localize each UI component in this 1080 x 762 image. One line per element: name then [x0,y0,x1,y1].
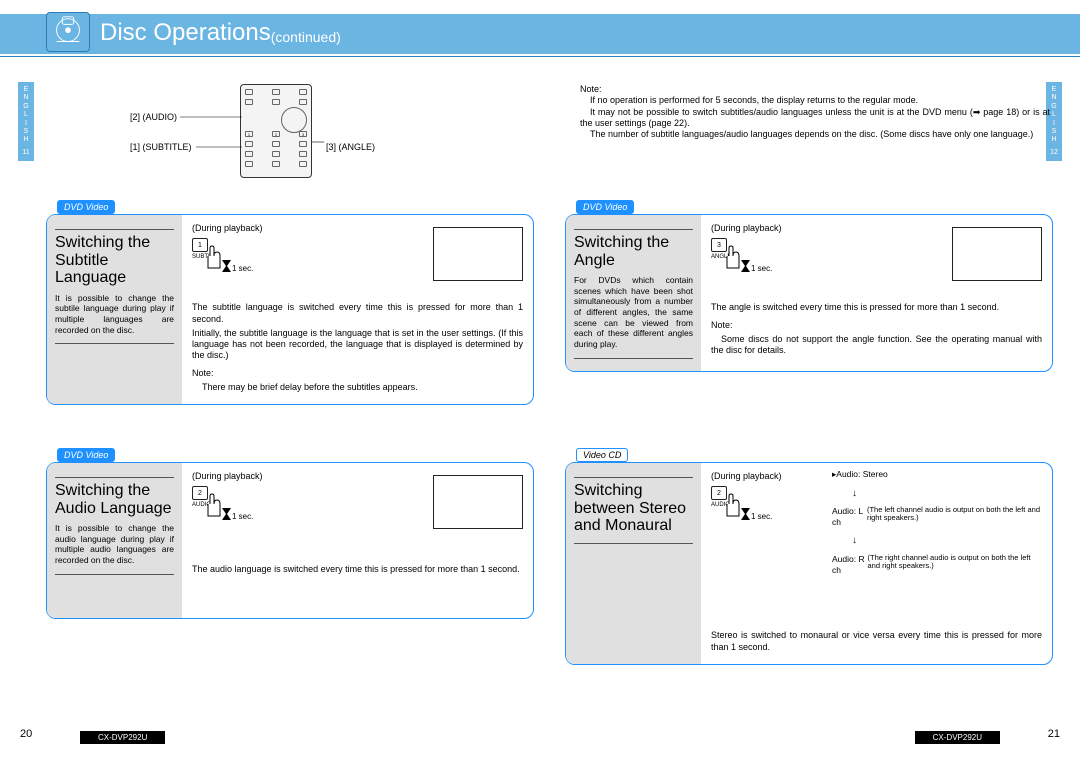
card-tab: DVD Video [57,200,115,214]
card-title: Switching the Subtitle Language [55,234,174,287]
arrow-down-icon: ↓ [852,488,1042,501]
remote-diagram: [2] (AUDIO) [1] (SUBTITLE) [3] (ANGLE) 1… [130,92,390,182]
note-label: Note: [711,320,1042,331]
hourglass-icon [222,260,231,272]
duration-label: 1 sec. [751,264,772,274]
card-title: Switching the Angle [574,234,693,269]
card-stereo: Video CD Switching between Stereo and Mo… [565,462,1053,665]
hourglass-icon [222,508,231,520]
divider [0,56,1080,57]
audio-rch-note: (The right channel audio is output on bo… [868,554,1042,571]
button-diagram: 3 ANGLE 1 sec. [711,238,761,282]
lang-letters: E N G L I S H [18,86,34,145]
audio-lch-note: (The left channel audio is output on bot… [867,506,1042,523]
hourglass-icon [741,260,750,272]
card-angle: DVD Video Switching the Angle For DVDs w… [565,214,1053,372]
body-text: The angle is switched every time this is… [711,302,1042,313]
button-diagram: 2 AUDIO 1 sec. [192,486,242,530]
duration-label: 1 sec. [232,512,253,522]
card-desc: For DVDs which contain scenes which have… [574,275,693,349]
arrow-down-icon: ↓ [852,535,1042,548]
card-title: Switching between Stereo and Monaural [574,482,693,535]
audio-lch: Audio: L ch [832,506,865,527]
model-label-right: CX-DVP292U [915,731,1000,744]
note-label: Note: [580,84,1050,95]
page-number-right: 21 [1048,728,1060,740]
card-subtitle: DVD Video Switching the Subtitle Languag… [46,214,534,405]
lang-tab-left: E N G L I S H 11 [18,82,34,161]
card-tab: Video CD [576,448,628,462]
duration-label: 1 sec. [232,264,253,274]
card-title: Switching the Audio Language [55,482,174,517]
card-desc: It is possible to change the subtile lan… [55,293,174,336]
page-number-left: 20 [20,728,32,740]
body-text: The subtitle language is switched every … [192,302,523,325]
audio-mode-diagram: ▸ Audio: Stereo ↓ Audio: L ch (The left … [832,469,1042,583]
tab-page-right: 12 [1046,149,1062,157]
display-box [952,227,1042,281]
card-tab: DVD Video [57,448,115,462]
note-text: Some discs do not support the angle func… [711,334,1042,357]
duration-label: 1 sec. [751,512,772,522]
note-line: The number of subtitle languages/audio l… [580,129,1050,140]
top-note: Note: If no operation is performed for 5… [580,84,1050,140]
note-label: Note: [192,368,523,379]
body-text: Stereo is switched to monaural or vice v… [711,630,1042,653]
body-text: The audio language is switched every tim… [192,564,523,575]
button-diagram: 1 SUBTITLE 1 sec. [192,238,242,282]
tab-page-left: 11 [18,149,34,157]
disc-icon [46,12,90,52]
body-text: Initially, the subtitle language is the … [192,328,523,362]
button-diagram: 2 AUDIO 1 sec. [711,486,761,530]
page-title: Disc Operations [100,19,271,47]
audio-rch: Audio: R ch [832,554,865,575]
page-title-continued: (continued) [271,29,341,45]
hourglass-icon [741,508,750,520]
header-banner: Disc Operations (continued) [0,14,1080,54]
card-desc: It is possible to change the audio langu… [55,523,174,566]
remote-leader-lines [130,92,390,192]
model-label-left: CX-DVP292U [80,731,165,744]
card-audio: DVD Video Switching the Audio Language I… [46,462,534,619]
note-line: It may not be possible to switch subtitl… [580,107,1050,130]
display-box [433,227,523,281]
note-text: There may be brief delay before the subt… [192,382,523,393]
card-tab: DVD Video [576,200,634,214]
display-box [433,475,523,529]
note-line: If no operation is performed for 5 secon… [580,95,1050,106]
audio-stereo: Audio: Stereo [836,469,888,480]
